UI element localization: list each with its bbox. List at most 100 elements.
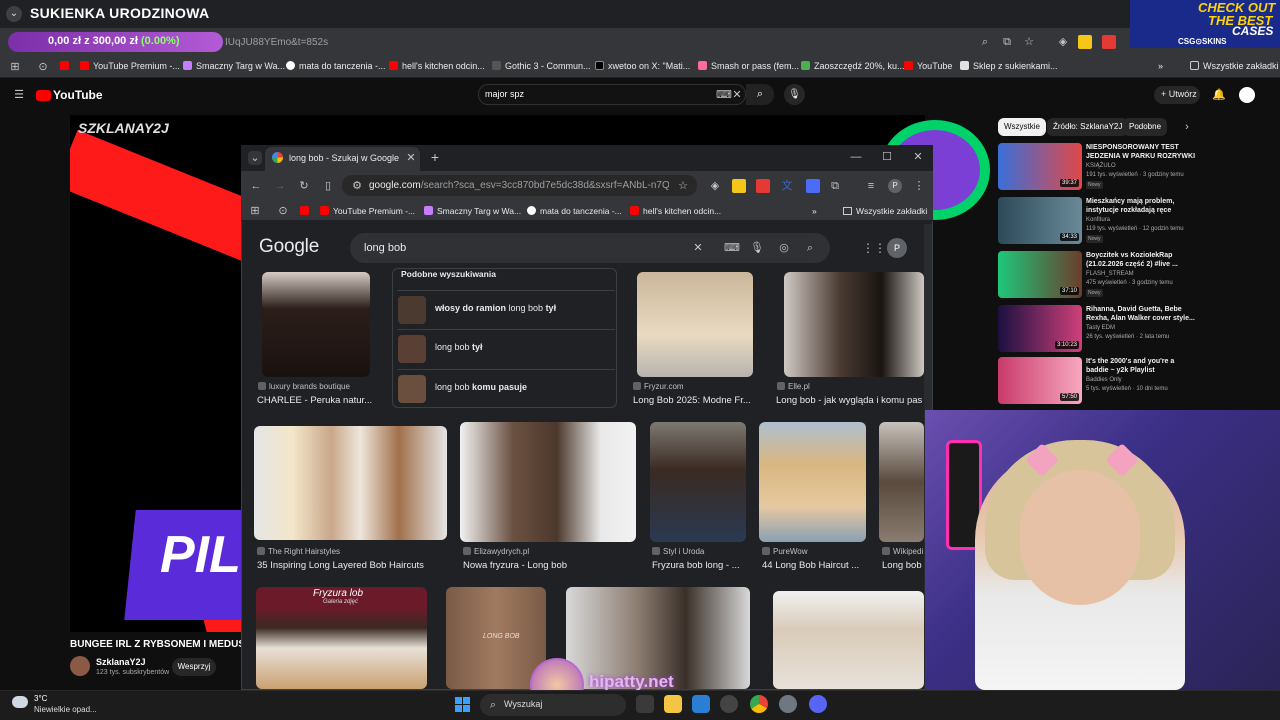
- bookmark-item[interactable]: YouTube: [904, 61, 952, 71]
- bookmark-item[interactable]: mata do tanczenia -...: [527, 206, 622, 216]
- translate-icon[interactable]: 文: [780, 179, 794, 193]
- apps-grid-icon[interactable]: ⊞: [248, 204, 262, 218]
- keyboard-icon[interactable]: ⌨: [724, 241, 740, 255]
- more-bookmarks-icon[interactable]: »: [812, 206, 817, 216]
- chip-source[interactable]: Źródło: SzklanaY2J: [1047, 118, 1129, 136]
- channel-name[interactable]: SzklanaY2J: [96, 657, 146, 667]
- sidebar-video[interactable]: 37:10 Boyczitek vs KozioIekRap (21.02.20…: [998, 251, 1198, 299]
- bookmark-item[interactable]: Smaczny Targ w Wa...: [183, 61, 285, 71]
- image-result[interactable]: [759, 422, 866, 542]
- image-result[interactable]: [460, 422, 636, 542]
- bookmark-item[interactable]: Zaoszczędź 20%, ku...: [801, 61, 905, 71]
- image-caption[interactable]: 44 Long Bob Haircut ...: [762, 560, 866, 571]
- windows-start-icon[interactable]: [455, 697, 470, 712]
- image-result[interactable]: [784, 272, 924, 377]
- image-caption[interactable]: Nowa fryzura - Long bob: [463, 560, 633, 571]
- close-tab-icon[interactable]: ✕: [404, 151, 418, 165]
- image-result[interactable]: [262, 272, 370, 377]
- chip-all[interactable]: Wszystkie: [998, 118, 1046, 136]
- image-caption[interactable]: Long bob: [882, 560, 924, 571]
- extension-yellow-icon[interactable]: [1078, 35, 1092, 49]
- star-icon[interactable]: ☆: [676, 179, 690, 193]
- weather-description[interactable]: Niewielkie opad...: [34, 705, 97, 714]
- lens-icon[interactable]: ◎: [777, 241, 791, 255]
- star-icon[interactable]: ☆: [1022, 35, 1036, 49]
- bookmark-icon[interactable]: ⊙: [36, 60, 50, 74]
- bookmark-icon[interactable]: ⊙: [276, 204, 290, 218]
- create-button[interactable]: + Utwórz: [1154, 86, 1200, 104]
- sidebar-video[interactable]: 39:37 NIESPONSOROWANY TEST JEDZENIA W PA…: [998, 143, 1198, 191]
- file-explorer-icon[interactable]: [664, 695, 682, 713]
- video-thumbnail[interactable]: 34:33: [998, 197, 1082, 244]
- weather-temperature[interactable]: 3°C: [34, 694, 47, 703]
- minimize-icon[interactable]: —: [849, 150, 863, 164]
- profile-avatar[interactable]: P: [888, 179, 902, 193]
- video-thumbnail[interactable]: 3:10:23: [998, 305, 1082, 352]
- menu-icon[interactable]: ☰: [12, 88, 26, 102]
- bell-icon[interactable]: 🔔: [1212, 88, 1226, 102]
- google-account-avatar[interactable]: P: [887, 238, 907, 258]
- discord-icon[interactable]: [809, 695, 827, 713]
- reload-icon[interactable]: ↻: [297, 179, 311, 193]
- image-result[interactable]: [650, 422, 746, 542]
- image-caption[interactable]: 35 Inspiring Long Layered Bob Haircuts: [257, 560, 447, 571]
- sidebar-video[interactable]: 57:50 It's the 2000's and you're a baddi…: [998, 357, 1198, 405]
- outer-url[interactable]: IUqJU88YEmo&t=852s: [225, 37, 328, 48]
- search-icon[interactable]: ⌕: [746, 84, 774, 105]
- zoom-icon[interactable]: ⌕: [978, 35, 992, 49]
- close-window-icon[interactable]: ✕: [911, 150, 925, 164]
- video-thumbnail[interactable]: 37:10: [998, 251, 1082, 298]
- extension-red-icon[interactable]: [756, 179, 770, 193]
- image-caption[interactable]: Long Bob 2025: Modne Fr...: [633, 395, 758, 406]
- settings-icon[interactable]: [779, 695, 797, 713]
- image-result[interactable]: [773, 591, 924, 689]
- clear-icon[interactable]: ✕: [730, 88, 744, 102]
- bookmark-item[interactable]: Smash or pass (fem...: [698, 61, 799, 71]
- related-search-item[interactable]: long bob komu pasuje: [397, 369, 615, 407]
- video-thumbnail[interactable]: 57:50: [998, 357, 1082, 404]
- forward-icon[interactable]: →: [273, 179, 287, 193]
- sidepanel-icon[interactable]: ▯: [321, 179, 335, 193]
- image-result[interactable]: [637, 272, 753, 377]
- bookmark-item[interactable]: YouTube Premium -...: [320, 206, 415, 216]
- maximize-icon[interactable]: ☐: [880, 150, 894, 164]
- chevron-right-icon[interactable]: ›: [1180, 120, 1194, 134]
- image-source[interactable]: Fryzur.com: [633, 382, 684, 391]
- image-source[interactable]: Styl i Uroda: [652, 547, 704, 556]
- related-search-item[interactable]: włosy do ramion long bob tył: [397, 290, 615, 328]
- keyboard-icon[interactable]: ⌨: [716, 88, 732, 102]
- all-bookmarks[interactable]: Wszystkie zakładki: [1190, 61, 1279, 71]
- image-source[interactable]: The Right Hairstyles: [257, 547, 340, 556]
- chevron-down-icon[interactable]: ⌄: [6, 6, 22, 22]
- google-apps-icon[interactable]: ⋮⋮: [862, 241, 886, 255]
- support-button[interactable]: Wesprzyj: [172, 658, 216, 676]
- taskbar-search[interactable]: Wyszukaj: [480, 694, 626, 716]
- google-logo[interactable]: Google: [259, 236, 319, 258]
- bookmark-item[interactable]: hell's kitchen odcin...: [630, 206, 721, 216]
- apps-grid-icon[interactable]: ⊞: [8, 60, 22, 74]
- chrome-icon[interactable]: [750, 695, 768, 713]
- image-caption[interactable]: Fryzura bob long - ...: [652, 560, 748, 571]
- cloud-icon[interactable]: [12, 696, 28, 708]
- clear-icon[interactable]: ✕: [691, 241, 705, 255]
- extension-yellow-icon[interactable]: [732, 179, 746, 193]
- image-source[interactable]: Wikipedi: [882, 547, 924, 556]
- all-bookmarks[interactable]: Wszystkie zakładki: [843, 206, 927, 216]
- microphone-icon[interactable]: 🎙: [750, 241, 764, 255]
- sidebar-video[interactable]: 3:10:23 Rihanna, David Guetta, Bebe Rexh…: [998, 305, 1198, 353]
- image-caption[interactable]: Long bob - jak wygląda i komu pas: [776, 395, 924, 406]
- image-source[interactable]: PureWow: [762, 547, 808, 556]
- extensions-puzzle-icon[interactable]: ⧉: [828, 179, 842, 193]
- search-icon[interactable]: ⌕: [803, 241, 817, 255]
- media-icon[interactable]: ≡: [864, 179, 878, 193]
- back-icon[interactable]: ←: [249, 179, 263, 193]
- bookmark-item[interactable]: mata do tanczenia -...: [286, 61, 386, 71]
- bookmark-item[interactable]: [60, 61, 73, 71]
- bookmark-item[interactable]: Sklep z sukienkami...: [960, 61, 1058, 71]
- channel-avatar[interactable]: [70, 656, 90, 676]
- image-source[interactable]: Elizawydrych.pl: [463, 547, 529, 556]
- sidebar-video[interactable]: 34:33 Mieszkańcy mają problem, instytucj…: [998, 197, 1198, 245]
- extension-icon[interactable]: ◈: [1056, 35, 1070, 49]
- youtube-logo[interactable]: YouTube: [36, 88, 103, 102]
- bookmark-item[interactable]: hell's kitchen odcin...: [389, 61, 485, 71]
